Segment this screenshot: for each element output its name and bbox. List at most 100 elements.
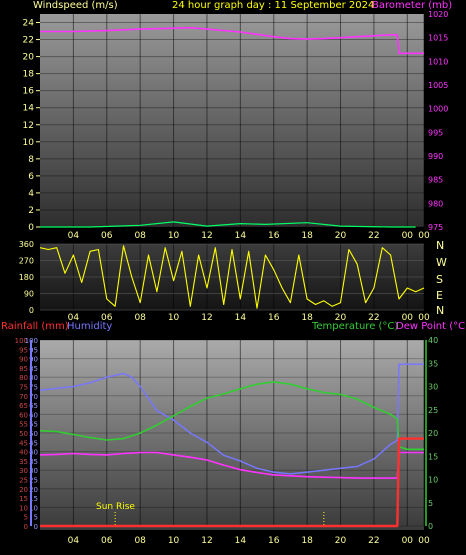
temperature-axis-title: Temperature (°C) [312, 321, 399, 332]
temperature-tick-label: 15 [428, 452, 438, 461]
humidity-axis-title: Humidity [67, 321, 113, 332]
windspeed-tick-label: 22 [23, 36, 34, 46]
x-tick-label: 12 [201, 313, 212, 323]
temperature-tick-label: 5 [428, 499, 433, 508]
rainfall-tick-label: 55 [19, 421, 28, 429]
compass-west: W [436, 256, 447, 269]
x-tick-label: 16 [268, 536, 280, 546]
humidity-tick-label: 5 [34, 514, 38, 522]
barometer-tick-label: 990 [428, 152, 443, 161]
x-tick-label: 14 [235, 536, 247, 546]
rainfall-tick-label: 25 [19, 477, 28, 485]
x-tick-label: 22 [368, 231, 379, 241]
x-tick-label: 16 [268, 231, 280, 241]
humidity-tick-label: 0 [34, 523, 38, 531]
x-tick-label: 06 [101, 231, 113, 241]
rainfall-tick-label: 65 [19, 402, 28, 410]
rainfall-tick-label: 20 [19, 486, 28, 494]
x-tick-label: 00 [402, 536, 414, 546]
rainfall-tick-label: 40 [19, 449, 28, 457]
x-tick-label: 18 [301, 536, 313, 546]
temperature-tick-label: 10 [428, 476, 438, 485]
x-tick-label: 10 [168, 536, 180, 546]
rainfall-tick-label: 50 [19, 430, 28, 438]
rainfall-tick-label: 15 [19, 495, 28, 503]
rainfall-tick-label: 75 [19, 384, 28, 392]
barometer-tick-label: 995 [428, 128, 443, 137]
rainfall-tick-label: 95 [19, 346, 28, 354]
direction-tick-label: 90 [24, 290, 34, 299]
barometer-axis-title: Barometer (mb) [372, 0, 453, 11]
dewpoint-axis-title: Dew Point (°C) [396, 321, 466, 332]
rainfall-tick-label: 90 [19, 356, 28, 364]
x-tick-label: 00 [402, 231, 414, 241]
rainfall-tick-label: 80 [19, 374, 28, 382]
windspeed-tick-label: 10 [23, 138, 35, 148]
rainfall-tick-label: 10 [19, 504, 28, 512]
rainfall-tick-label: 5 [24, 514, 28, 522]
chart-title: 24 hour graph day : 11 September 2024 [172, 0, 375, 11]
x-tick-label: 08 [134, 231, 146, 241]
windspeed-tick-label: 6 [28, 172, 34, 182]
barometer-tick-label: 1015 [428, 34, 448, 43]
windspeed-tick-label: 2 [28, 206, 34, 216]
barometer-tick-label: 1010 [428, 57, 448, 66]
x-tick-label: 08 [134, 313, 146, 323]
windspeed-tick-label: 12 [23, 121, 34, 131]
rainfall-tick-label: 70 [19, 393, 28, 401]
top-plot-background [40, 14, 424, 227]
temperature-tick-label: 40 [428, 336, 438, 345]
rainfall-tick-label: 0 [24, 523, 28, 531]
windspeed-tick-label: 24 [23, 19, 35, 29]
rainfall-tick-label: 35 [19, 458, 28, 466]
temperature-tick-label: 25 [428, 406, 438, 415]
x-tick-label: 00 [418, 536, 430, 546]
barometer-tick-label: 985 [428, 176, 443, 185]
direction-tick-label: 0 [29, 306, 34, 315]
direction-tick-label: 180 [19, 273, 34, 282]
compass-east: E [436, 289, 443, 302]
weather-chart: 04 06 08 10 12 14 16 18 20 22 00 000246810121416182… [15, 10, 449, 546]
direction-tick-label: 360 [19, 240, 34, 249]
x-tick-label: 12 [201, 536, 212, 546]
x-tick-label: 10 [168, 313, 180, 323]
x-tick-label: 20 [335, 536, 347, 546]
x-tick-label: 00 [418, 231, 430, 241]
compass-south: S [436, 273, 443, 286]
windspeed-axis-title: Windspeed (m/s) [33, 0, 118, 11]
windspeed-tick-label: 0 [28, 223, 34, 233]
x-tick-label: 14 [235, 313, 247, 323]
sunrise-label: Sun Rise [96, 502, 135, 512]
windspeed-tick-label: 16 [23, 87, 35, 97]
x-tick-label: 22 [368, 536, 379, 546]
barometer-tick-label: 980 [428, 199, 443, 208]
rainfall-axis-title: Rainfall (mm) [1, 321, 69, 332]
x-tick-label: 06 [101, 536, 113, 546]
x-tick-label: 04 [68, 536, 80, 546]
windspeed-tick-label: 4 [28, 189, 34, 199]
x-tick-label: 10 [168, 231, 180, 241]
barometer-tick-label: 1000 [428, 105, 448, 114]
x-tick-label: 12 [201, 231, 212, 241]
rainfall-tick-label: 60 [19, 411, 28, 419]
barometer-tick-label: 1005 [428, 81, 448, 90]
direction-tick-label: 270 [19, 257, 34, 266]
barometer-tick-label: 975 [428, 223, 443, 232]
rainfall-tick-label: 85 [19, 365, 28, 373]
windspeed-tick-label: 8 [28, 155, 34, 165]
temperature-tick-label: 35 [428, 359, 438, 368]
temperature-tick-label: 30 [428, 383, 438, 392]
x-tick-label: 20 [335, 231, 347, 241]
x-tick-label: 16 [268, 313, 280, 323]
compass-north-top: N [436, 239, 445, 252]
windspeed-tick-label: 20 [23, 53, 35, 63]
compass-north-bottom: N [436, 304, 445, 317]
temperature-tick-label: 20 [428, 429, 438, 438]
temperature-tick-label: 0 [428, 522, 433, 531]
windspeed-tick-label: 18 [23, 70, 35, 80]
x-tick-label: 08 [134, 536, 146, 546]
x-tick-label: 04 [68, 231, 80, 241]
x-tick-label: 18 [301, 231, 313, 241]
x-tick-label: 14 [235, 231, 247, 241]
windspeed-tick-label: 14 [23, 104, 35, 114]
